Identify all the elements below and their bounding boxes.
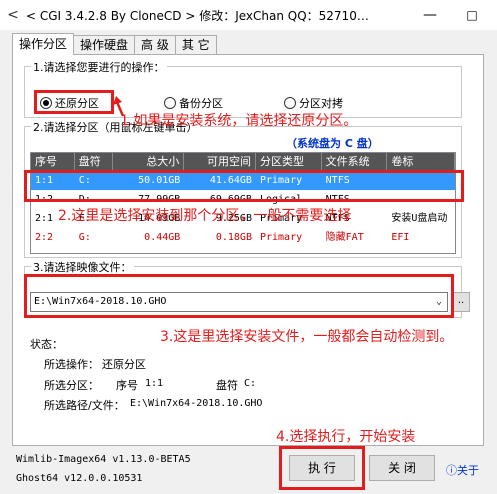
radio-copy[interactable]: 分区对拷: [284, 95, 343, 111]
image-file-group-title: 3.请选择映像文件：: [31, 259, 134, 275]
status-operation-label: 所选操作：: [44, 358, 99, 371]
ghost-version: Ghost64 v12.0.0.10531: [16, 473, 143, 484]
cell-drive: G:: [78, 232, 91, 243]
radio-backup-label: 备份分区: [179, 97, 223, 110]
status-title: 状态：: [30, 338, 63, 351]
cell-label: EFI: [391, 232, 410, 243]
radio-copy-label: 分区对拷: [299, 97, 343, 110]
status-path-label: 所选路径/文件：: [44, 399, 125, 412]
status-partition-label: 所选分区：: [44, 379, 99, 392]
cell-index: 2:2: [35, 232, 54, 243]
browse-button[interactable]: ..: [452, 292, 470, 312]
cell-type: Primary: [259, 232, 303, 243]
col-total[interactable]: 总大小: [113, 153, 185, 171]
highlight-execute: [279, 446, 365, 490]
status-index-label: 序号: [116, 379, 138, 392]
about-link[interactable]: ⓘ关于: [446, 462, 479, 478]
help-icon: ⓘ: [446, 464, 457, 477]
tab-other[interactable]: 其 它: [174, 35, 217, 55]
radio-backup-dot[interactable]: [164, 97, 176, 109]
col-index[interactable]: 序号: [31, 153, 75, 171]
window-title: < CGI 3.4.2.8 By CloneCD > 修改：JexChan QQ…: [26, 8, 369, 23]
close-button[interactable]: 关 闭: [369, 455, 435, 481]
col-label[interactable]: 卷标: [387, 153, 455, 171]
partition-table: 序号 盘符 总大小 可用空间 分区类型 文件系统 卷标 1:1 C: 50.01…: [30, 152, 456, 254]
cell-label: 安装U盘启动: [391, 213, 448, 224]
radio-copy-dot[interactable]: [284, 97, 296, 109]
annotation-2: 2.这里是选择安装到那个分区，一般不需要选择: [58, 208, 352, 224]
wimlib-version: Wimlib-Imagex64 v1.13.0-BETA5: [16, 454, 191, 465]
col-free[interactable]: 可用空间: [184, 153, 256, 171]
col-drive[interactable]: 盘符: [75, 153, 113, 171]
back-arrow-icon[interactable]: <: [0, 7, 26, 23]
col-type[interactable]: 分区类型: [256, 153, 322, 171]
highlight-restore-option: [34, 90, 114, 114]
system-disk-link[interactable]: （系统盘为 C 盘）: [286, 135, 379, 151]
highlight-image-file: [24, 274, 454, 318]
annotation-1: 1.如果是安装系统，请选择还原分区。: [120, 113, 358, 129]
status-index-value: 1:1: [145, 378, 164, 389]
status-drive-value: C:: [244, 378, 257, 389]
annotation-4: 4.选择执行，开始安装: [276, 429, 416, 445]
status-drive-label: 盘符: [216, 379, 238, 392]
annotation-3: 3.这是里选择安装文件，一般都会自动检测到。: [160, 329, 454, 345]
cell-total: 0.44GB: [144, 232, 181, 243]
tab-advanced[interactable]: 高 级: [134, 35, 176, 55]
table-header: 序号 盘符 总大小 可用空间 分区类型 文件系统 卷标: [31, 153, 455, 171]
radio-backup[interactable]: 备份分区: [164, 95, 223, 111]
cell-fs: 隐藏FAT: [325, 232, 364, 243]
minimize-button[interactable]: —: [410, 0, 450, 30]
maximize-button[interactable]: □: [452, 0, 492, 30]
table-row[interactable]: 2:2 G: 0.44GB 0.18GB Primary 隐藏FAT EFI: [31, 228, 455, 247]
status-path-value: E:\Win7x64-2018.10.GHO: [130, 398, 263, 409]
about-label: 关于: [457, 464, 479, 477]
col-fs[interactable]: 文件系统: [322, 153, 388, 171]
tab-bar: 操作分区 操作硬盘 高 级 其 它: [12, 33, 217, 55]
status-operation-value: 还原分区: [102, 358, 146, 371]
highlight-partition-row: [24, 170, 464, 202]
title-bar: < < CGI 3.4.2.8 By CloneCD > 修改：JexChan …: [0, 0, 497, 30]
tab-partition-ops[interactable]: 操作分区: [12, 33, 75, 55]
cell-free: 0.18GB: [215, 232, 252, 243]
tab-disk-ops[interactable]: 操作硬盘: [73, 35, 136, 55]
operation-group-title: 1.请选择您要进行的操作：: [31, 59, 167, 75]
